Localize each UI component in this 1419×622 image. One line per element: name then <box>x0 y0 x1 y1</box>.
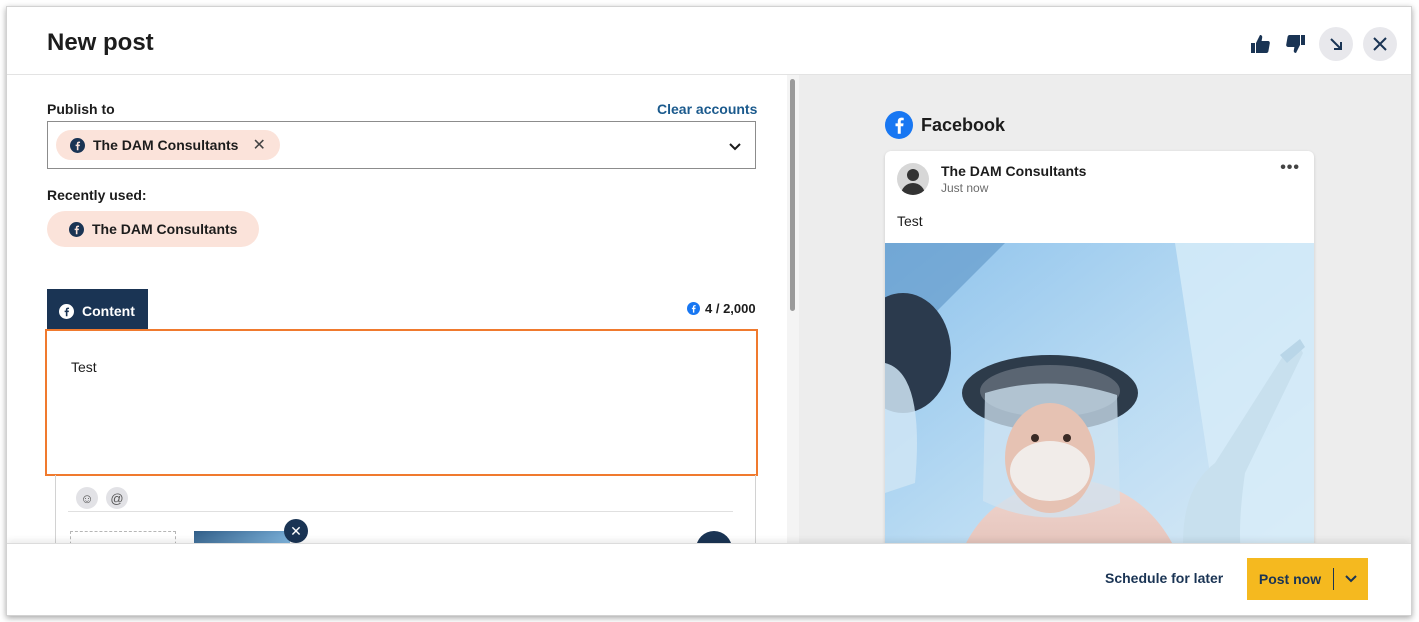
media-library-button[interactable] <box>696 531 732 543</box>
emoji-icon[interactable]: ☺ <box>76 487 98 509</box>
minimize-icon <box>1330 38 1342 50</box>
chevron-down-icon[interactable] <box>729 138 741 156</box>
compose-scrollbar[interactable] <box>787 75 799 543</box>
new-post-dialog: New post Publish to Clear accounts The D… <box>6 6 1412 616</box>
schedule-for-later-button[interactable]: Schedule for later <box>1105 570 1223 586</box>
close-icon <box>1373 37 1387 51</box>
mention-icon[interactable]: @ <box>106 487 128 509</box>
post-text: Test <box>71 359 97 375</box>
close-button[interactable] <box>1363 27 1397 61</box>
minimize-button[interactable] <box>1319 27 1353 61</box>
chevron-down-icon[interactable] <box>1334 575 1368 583</box>
preview-network-title: Facebook <box>885 111 1005 139</box>
account-select[interactable]: The DAM Consultants ✕ <box>47 121 756 169</box>
preview-pane: Facebook The DAM Consultants Just now ••… <box>799 75 1411 543</box>
post-now-button[interactable]: Post now <box>1247 558 1368 600</box>
character-counter: 4 / 2,000 <box>687 301 756 316</box>
facebook-post-preview: The DAM Consultants Just now ••• Test <box>885 151 1314 543</box>
thumbs-down-icon[interactable] <box>1283 31 1309 57</box>
post-text-editor[interactable]: Test <box>45 329 758 476</box>
scrollbar-thumb[interactable] <box>790 79 795 311</box>
dialog-title: New post <box>47 29 154 56</box>
facebook-icon <box>69 221 84 237</box>
clear-accounts-link[interactable]: Clear accounts <box>657 101 757 117</box>
facebook-icon <box>687 302 700 315</box>
facebook-icon <box>885 111 913 139</box>
publish-to-label: Publish to <box>47 101 115 117</box>
character-count: 4 / 2,000 <box>705 301 756 316</box>
tab-content[interactable]: Content <box>47 289 148 333</box>
remove-account-icon[interactable]: ✕ <box>252 135 265 155</box>
post-now-label: Post now <box>1258 571 1322 587</box>
recently-used-label: Recently used: <box>47 187 147 203</box>
toolbar-divider <box>68 511 733 512</box>
editor-toolbar: ☺ @ ✕ <box>55 475 756 543</box>
dialog-header: New post <box>7 7 1411 75</box>
selected-account-name: The DAM Consultants <box>93 137 239 153</box>
preview-network-name: Facebook <box>921 114 1006 135</box>
recent-account-name: The DAM Consultants <box>92 221 238 237</box>
remove-media-icon[interactable]: ✕ <box>284 519 308 543</box>
compose-pane: Publish to Clear accounts The DAM Consul… <box>7 75 787 543</box>
header-actions <box>1247 27 1397 61</box>
preview-post-text: Test <box>897 213 923 229</box>
preview-account-name: The DAM Consultants <box>941 163 1087 179</box>
preview-timestamp: Just now <box>941 181 989 195</box>
recent-account-chip[interactable]: The DAM Consultants <box>47 211 260 247</box>
facebook-icon <box>70 137 85 153</box>
selected-account-chip: The DAM Consultants ✕ <box>56 130 280 160</box>
more-options-icon: ••• <box>1280 159 1300 176</box>
facebook-icon <box>59 303 74 319</box>
preview-photo <box>885 243 1314 543</box>
dialog-footer: Schedule for later Post now <box>7 543 1411 615</box>
tab-content-label: Content <box>82 303 135 319</box>
media-thumbnail[interactable] <box>194 531 290 543</box>
avatar <box>897 163 929 195</box>
add-media-dropzone[interactable] <box>70 531 176 543</box>
thumbs-up-icon[interactable] <box>1247 31 1273 57</box>
